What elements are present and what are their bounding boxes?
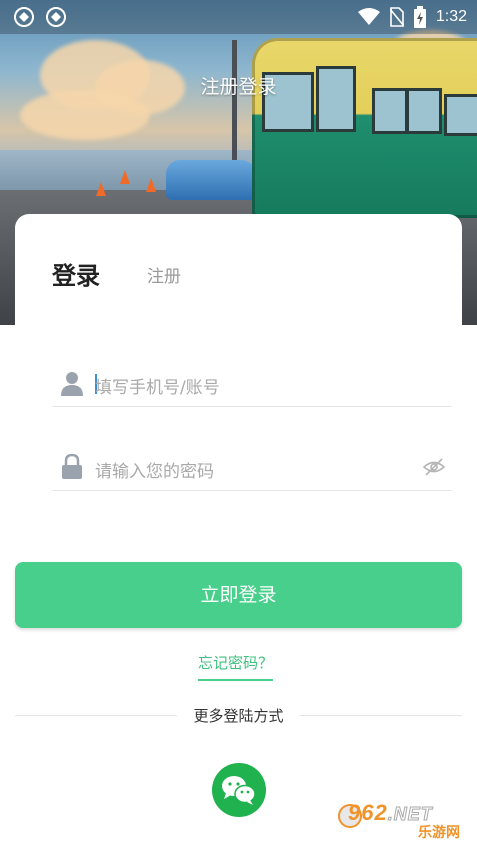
login-button[interactable]: 立即登录 [15, 562, 462, 628]
car-illustration [166, 160, 258, 200]
wifi-icon [357, 8, 380, 25]
battery-charging-icon [413, 6, 426, 28]
phone-input-placeholder: 填写手机号/账号 [95, 378, 220, 398]
password-field[interactable]: 请输入您的密码 [53, 444, 451, 491]
page-title: 注册登录 [200, 76, 277, 98]
eye-hidden-icon[interactable] [423, 456, 445, 478]
divider-right [299, 715, 462, 716]
lock-icon [62, 454, 82, 479]
status-bar: 1:32 [0, 0, 477, 34]
wechat-icon [222, 776, 256, 805]
wechat-login-button[interactable] [212, 763, 266, 817]
watermark-subtitle: 乐游网 [418, 825, 460, 841]
tab-login[interactable]: 登录 [52, 256, 100, 291]
user-icon [61, 372, 83, 396]
sync-icon [14, 7, 34, 27]
tram-illustration [252, 38, 477, 218]
no-sim-icon [389, 7, 404, 27]
password-input-placeholder: 请输入您的密码 [95, 462, 214, 482]
login-card: 登录 注册 填写手机号/账号 请输入您的密码 立即登录 忘记密码？ 更多登陆方式 [15, 214, 462, 848]
phone-field[interactable]: 填写手机号/账号 [53, 360, 451, 407]
status-time: 1:32 [435, 8, 467, 25]
sync-icon [46, 7, 66, 27]
forgot-password-link[interactable]: 忘记密码？ [198, 652, 274, 681]
site-watermark: 962.NET 乐游网 [338, 800, 472, 844]
tab-register[interactable]: 注册 [147, 262, 181, 287]
